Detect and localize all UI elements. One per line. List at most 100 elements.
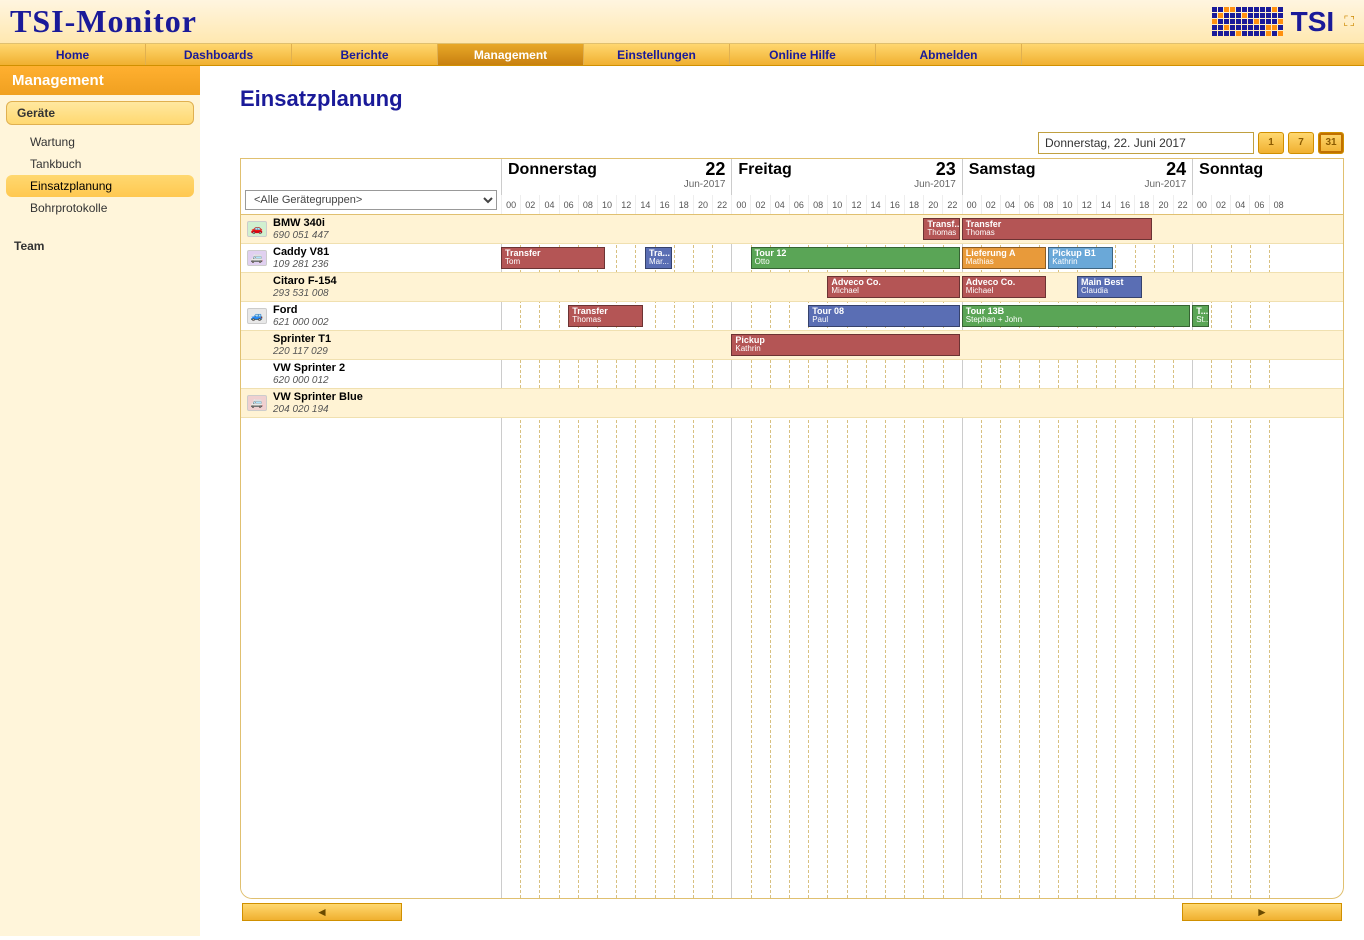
- hour-label: 00: [501, 195, 520, 214]
- next-button[interactable]: ►: [1182, 903, 1342, 921]
- timeline-row: [501, 360, 1343, 389]
- sidebar-item-wartung[interactable]: Wartung: [6, 131, 194, 153]
- hour-label: 08: [808, 195, 827, 214]
- day-header: Sonntag: [1192, 159, 1278, 195]
- resource-id: 690 051 447: [273, 230, 329, 241]
- timeline-row: [501, 389, 1343, 418]
- device-group-select[interactable]: <Alle Gerätegruppen>: [245, 190, 497, 210]
- event-bar[interactable]: TransferThomas: [962, 218, 1152, 240]
- app-title: TSI-Monitor: [10, 3, 197, 40]
- sidebar-group-team[interactable]: Team: [0, 229, 200, 263]
- vehicle-icon: 🚙: [247, 308, 267, 324]
- vehicle-icon: 🚐: [247, 395, 267, 411]
- hour-label: 14: [1096, 195, 1115, 214]
- event-bar[interactable]: PickupKathrin: [731, 334, 959, 356]
- resource-row[interactable]: Sprinter T1220 117 029: [241, 331, 501, 360]
- resource-row[interactable]: 🚐 VW Sprinter Blue204 020 194: [241, 389, 501, 418]
- resource-row[interactable]: Citaro F-154293 531 008: [241, 273, 501, 302]
- event-bar[interactable]: Tra...Mar...: [645, 247, 672, 269]
- resource-name: VW Sprinter Blue: [273, 391, 363, 403]
- hour-label: 12: [846, 195, 865, 214]
- resource-row[interactable]: 🚐Caddy V81109 281 236: [241, 244, 501, 273]
- fullscreen-icon[interactable]: ⛶: [1344, 13, 1354, 30]
- resource-id: 204 020 194: [273, 404, 363, 415]
- planner: <Alle Gerätegruppen> 🚗 BMW 340i690 051 44…: [240, 158, 1344, 899]
- sidebar-item-tankbuch[interactable]: Tankbuch: [6, 153, 194, 175]
- prev-button[interactable]: ◄: [242, 903, 402, 921]
- event-bar[interactable]: Tour 08Paul: [808, 305, 960, 327]
- event-bar[interactable]: Tour 13BStephan + John: [962, 305, 1190, 327]
- event-bar[interactable]: Adveco Co.Michael: [827, 276, 959, 298]
- sidebar-item-bohrprotokolle[interactable]: Bohrprotokolle: [6, 197, 194, 219]
- nav-berichte[interactable]: Berichte: [292, 44, 438, 65]
- event-bar[interactable]: Transf...Thomas: [923, 218, 959, 240]
- topnav: HomeDashboardsBerichteManagementEinstell…: [0, 44, 1364, 66]
- hour-label: 22: [1173, 195, 1192, 214]
- hour-label: 20: [923, 195, 942, 214]
- view-week-button[interactable]: 7: [1288, 132, 1314, 154]
- event-bar[interactable]: T...St...: [1192, 305, 1209, 327]
- hour-label: 06: [789, 195, 808, 214]
- event-bar[interactable]: Adveco Co.Michael: [962, 276, 1046, 298]
- hour-label: 02: [1211, 195, 1230, 214]
- hour-label: 18: [904, 195, 923, 214]
- hour-label: 14: [866, 195, 885, 214]
- logo-text: TSI: [1291, 6, 1335, 38]
- resource-id: 620 000 012: [273, 375, 345, 386]
- resource-id: 220 117 029: [273, 346, 331, 357]
- logo-dots-icon: [1212, 7, 1283, 36]
- hour-label: 10: [827, 195, 846, 214]
- day-header: Samstag24Jun-2017: [962, 159, 1192, 195]
- resource-name: BMW 340i: [273, 217, 329, 229]
- resource-row[interactable]: VW Sprinter 2620 000 012: [241, 360, 501, 389]
- hour-label: 16: [655, 195, 674, 214]
- hour-label: 22: [942, 195, 961, 214]
- event-bar[interactable]: Main BestClaudia: [1077, 276, 1142, 298]
- resource-name: VW Sprinter 2: [273, 362, 345, 374]
- nav-abmelden[interactable]: Abmelden: [876, 44, 1022, 65]
- event-bar[interactable]: TransferThomas: [568, 305, 643, 327]
- hour-label: 00: [1192, 195, 1211, 214]
- nav-home[interactable]: Home: [0, 44, 146, 65]
- hour-label: 06: [1249, 195, 1268, 214]
- day-header: Freitag23Jun-2017: [731, 159, 961, 195]
- sidebar-group-devices[interactable]: Geräte: [6, 101, 194, 125]
- hour-label: 16: [885, 195, 904, 214]
- page-title: Einsatzplanung: [240, 86, 1344, 112]
- resource-name: Sprinter T1: [273, 333, 331, 345]
- sidebar-item-einsatzplanung[interactable]: Einsatzplanung: [6, 175, 194, 197]
- sidebar: Management Geräte WartungTankbuchEinsatz…: [0, 66, 200, 936]
- event-bar[interactable]: Pickup B1Kathrin: [1048, 247, 1113, 269]
- nav-einstellungen[interactable]: Einstellungen: [584, 44, 730, 65]
- hour-label: 04: [770, 195, 789, 214]
- hour-label: 20: [1153, 195, 1172, 214]
- hour-label: 18: [674, 195, 693, 214]
- hour-label: 02: [750, 195, 769, 214]
- event-bar[interactable]: TransferTom: [501, 247, 605, 269]
- hour-label: 08: [578, 195, 597, 214]
- hour-label: 06: [559, 195, 578, 214]
- hour-label: 00: [962, 195, 981, 214]
- resource-id: 621 000 002: [273, 317, 329, 328]
- hour-label: 04: [539, 195, 558, 214]
- hour-label: 04: [1000, 195, 1019, 214]
- nav-dashboards[interactable]: Dashboards: [146, 44, 292, 65]
- resource-id: 293 531 008: [273, 288, 337, 299]
- event-bar[interactable]: Lieferung AMathias: [962, 247, 1046, 269]
- timeline-row: [501, 215, 1343, 244]
- nav-online-hilfe[interactable]: Online Hilfe: [730, 44, 876, 65]
- hour-label: 22: [712, 195, 731, 214]
- vehicle-icon: 🚗: [247, 221, 267, 237]
- date-input[interactable]: [1038, 132, 1254, 154]
- resource-row[interactable]: 🚙 Ford621 000 002: [241, 302, 501, 331]
- hour-label: 04: [1230, 195, 1249, 214]
- view-month-button[interactable]: 31: [1318, 132, 1344, 154]
- nav-management[interactable]: Management: [438, 44, 584, 65]
- event-bar[interactable]: Tour 12Otto: [751, 247, 960, 269]
- resource-name: Ford: [273, 304, 329, 316]
- hour-label: 16: [1115, 195, 1134, 214]
- resource-row[interactable]: 🚗 BMW 340i690 051 447: [241, 215, 501, 244]
- vehicle-icon: 🚐: [247, 250, 267, 266]
- view-day-button[interactable]: 1: [1258, 132, 1284, 154]
- logo: TSI ⛶: [1212, 6, 1354, 38]
